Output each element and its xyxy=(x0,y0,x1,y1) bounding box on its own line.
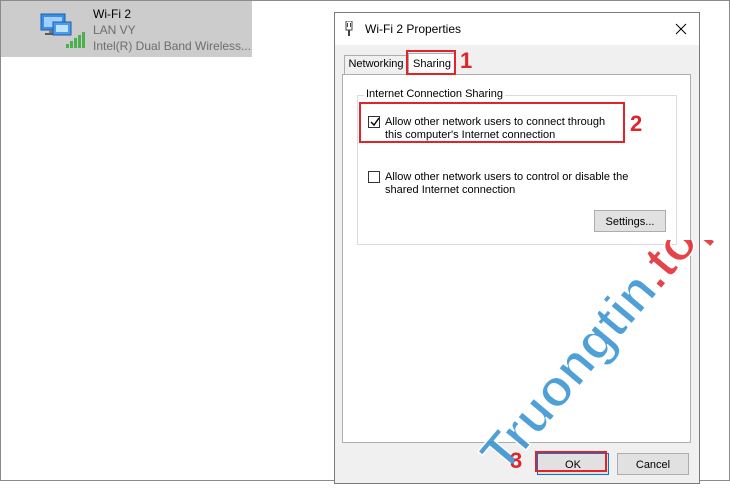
properties-dialog: Wi-Fi 2 Properties Networking Sharing In… xyxy=(334,12,700,484)
wireless-adapter-icon xyxy=(40,13,85,48)
dialog-title: Wi-Fi 2 Properties xyxy=(365,22,462,36)
close-icon[interactable] xyxy=(669,17,693,41)
step-number-2: 2 xyxy=(630,111,643,136)
network-adapter-icon xyxy=(345,21,353,36)
tab-networking[interactable]: Networking xyxy=(344,55,408,74)
network-adapter-wifi2[interactable]: Wi-Fi 2 LAN VY Intel(R) Dual Band Wirele… xyxy=(1,1,252,57)
step-number-1: 1 xyxy=(460,48,473,73)
adapter-network-name: LAN VY xyxy=(93,23,136,37)
allow-control-checkbox[interactable] xyxy=(368,171,380,183)
adapter-device-name: Intel(R) Dual Band Wireless... xyxy=(93,39,252,53)
dialog-titlebar[interactable]: Wi-Fi 2 Properties xyxy=(335,13,699,45)
highlight-allow-option xyxy=(359,102,625,143)
allow-control-label[interactable]: Allow other network users to control or … xyxy=(385,171,635,197)
highlight-sharing-tab xyxy=(406,50,456,75)
adapter-name: Wi-Fi 2 xyxy=(93,7,131,21)
step-number-3: 3 xyxy=(510,448,523,473)
highlight-ok-button xyxy=(535,451,607,472)
settings-button[interactable]: Settings... xyxy=(594,210,666,232)
group-title: Internet Connection Sharing xyxy=(364,88,505,100)
cancel-button[interactable]: Cancel xyxy=(617,453,689,475)
